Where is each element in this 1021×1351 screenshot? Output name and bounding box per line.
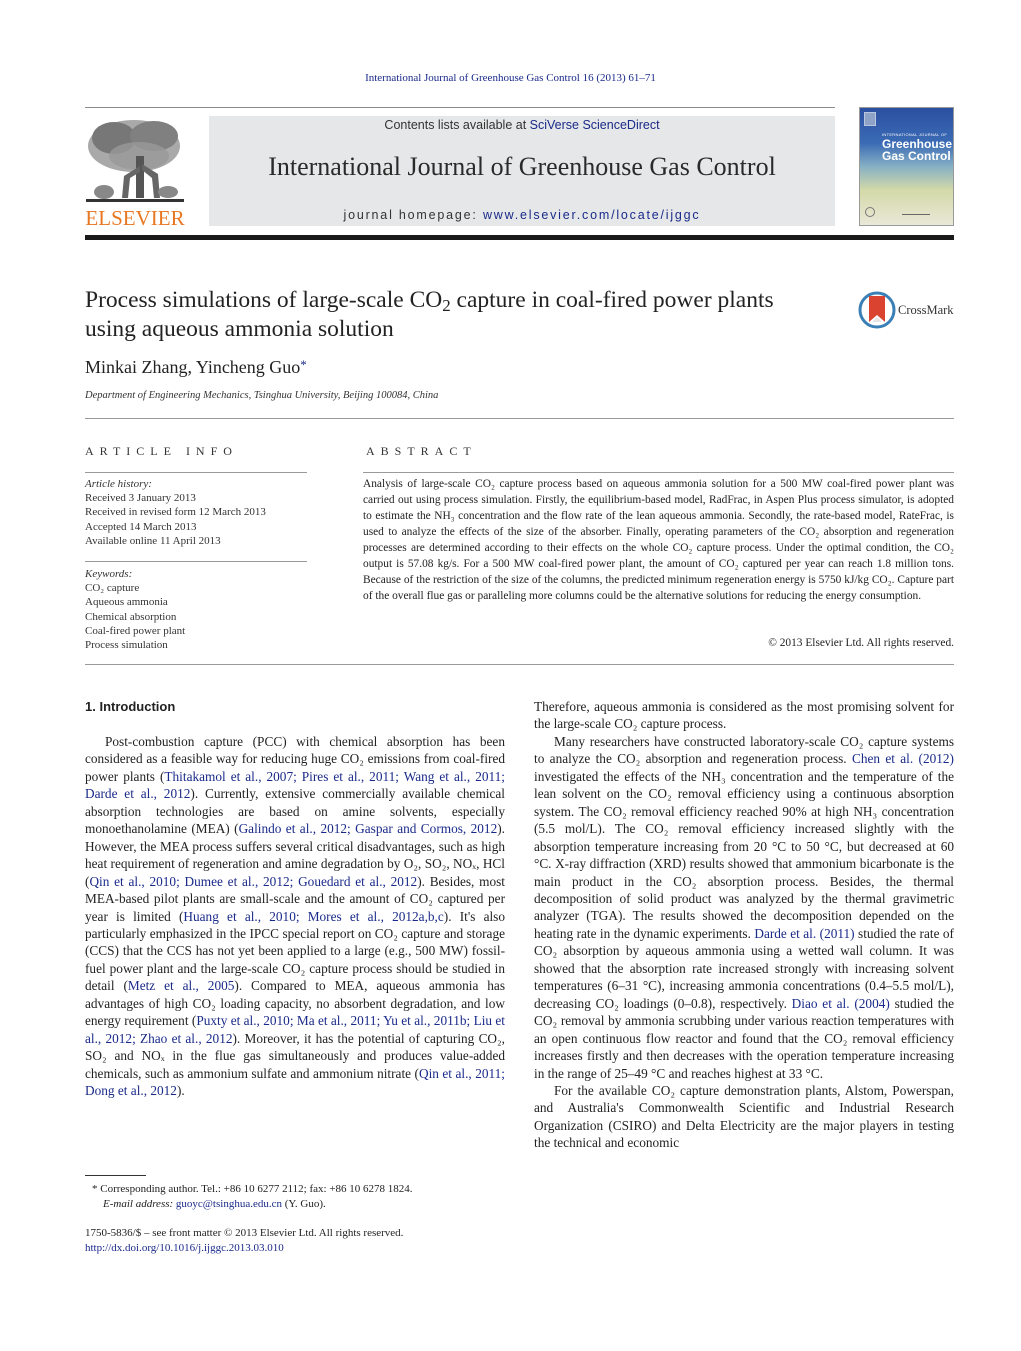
keyword-item: Aqueous ammonia	[85, 596, 168, 609]
crossmark-icon	[858, 291, 896, 329]
citation-link[interactable]: Darde et al. (2011)	[754, 926, 854, 941]
footnote-email-line: E-mail address: guoyc@tsinghua.edu.cn (Y…	[92, 1197, 512, 1212]
elsevier-wordmark: ELSEVIER	[85, 206, 185, 230]
article-info-heading: ARTICLE INFO	[85, 444, 238, 458]
cover-signature-icon	[902, 211, 930, 215]
homepage-prefix: journal homepage:	[343, 208, 483, 222]
article-history: Article history: Received 3 January 2013…	[85, 477, 315, 548]
history-item: Available online 11 April 2013	[85, 534, 221, 547]
corresponding-author-footnote: * Corresponding author. Tel.: +86 10 627…	[92, 1182, 512, 1212]
citation-link[interactable]: Galindo et al., 2012; Gaspar and Cormos,…	[239, 821, 498, 836]
contents-prefix: Contents lists available at	[384, 118, 530, 132]
citation-link[interactable]: Huang et al., 2010; Mores et al., 2012a,…	[183, 909, 443, 924]
affiliation: Department of Engineering Mechanics, Tsi…	[85, 390, 439, 401]
homepage-line: journal homepage: www.elsevier.com/locat…	[209, 208, 835, 222]
doi-link[interactable]: http://dx.doi.org/10.1016/j.ijggc.2013.0…	[85, 1242, 284, 1254]
keywords: Keywords: CO₂ capture Aqueous ammonia Ch…	[85, 567, 315, 652]
contents-line: Contents lists available at SciVerse Sci…	[209, 118, 835, 132]
author-email-link[interactable]: guoyc@tsinghua.edu.cn	[176, 1198, 282, 1210]
history-label: Article history:	[85, 478, 152, 490]
article-info-rule	[85, 472, 307, 473]
citation-link[interactable]: Metz et al., 2005	[128, 978, 235, 993]
issn-line: 1750-5836/$ – see front matter © 2013 El…	[85, 1227, 404, 1239]
history-item: Received 3 January 2013	[85, 492, 196, 505]
sciencedirect-link[interactable]: SciVerse ScienceDirect	[530, 118, 660, 132]
front-matter: 1750-5836/$ – see front matter © 2013 El…	[85, 1226, 525, 1256]
history-item: Accepted 14 March 2013	[85, 520, 197, 533]
citation-link[interactable]: Qin et al., 2010; Dumee et al., 2012; Go…	[89, 874, 417, 889]
footnote-mark: *	[92, 1183, 98, 1195]
journal-homepage-link[interactable]: www.elsevier.com/locate/ijggc	[483, 208, 701, 222]
keyword-item: Process simulation	[85, 639, 168, 652]
authors-names: Minkai Zhang, Yincheng Guo	[85, 357, 301, 377]
header-thick-rule	[85, 235, 954, 240]
title-part1: Process simulations of large-scale CO	[85, 287, 443, 313]
crossmark-button[interactable]: CrossMark	[858, 290, 958, 330]
keywords-rule	[85, 561, 307, 562]
body-text: investigated the effects of the NH₃ conc…	[534, 768, 954, 941]
cover-title-line2: Gas Control	[882, 149, 951, 163]
abstract-text: Analysis of large-scale CO₂ capture proc…	[363, 478, 954, 602]
title-subscript: 2	[442, 296, 451, 316]
keywords-label: Keywords:	[85, 568, 133, 580]
journal-masthead: Contents lists available at SciVerse Sci…	[209, 116, 835, 226]
citation-link[interactable]: Diao et al. (2004)	[792, 996, 890, 1011]
body-text: ).	[176, 1083, 185, 1099]
title-divider	[85, 418, 954, 419]
paragraph-lab-studies: Many researchers have constructed labora…	[534, 733, 954, 1082]
intro-paragraph: Post-combustion capture (PCC) with chemi…	[85, 733, 505, 1100]
abstract-divider	[85, 664, 954, 665]
header-rule	[85, 107, 835, 108]
cover-seal-icon	[865, 207, 875, 217]
cover-elsevier-icon	[864, 112, 876, 126]
abstract-copyright: © 2013 Elsevier Ltd. All rights reserved…	[768, 637, 954, 649]
history-item: Received in revised form 12 March 2013	[85, 506, 266, 519]
corresponding-author-link[interactable]: *	[300, 357, 307, 372]
paragraph-demonstration-plants: For the available CO₂ capture demonstrat…	[534, 1082, 954, 1151]
keyword-item: Coal-fired power plant	[85, 624, 186, 637]
citation-link[interactable]: Chen et al. (2012)	[852, 751, 954, 766]
section-heading-introduction: 1. Introduction	[85, 699, 176, 714]
cover-title: Greenhouse Gas Control	[882, 138, 952, 162]
tree-icon	[86, 120, 184, 202]
email-suffix: (Y. Guo).	[281, 1198, 326, 1210]
article-title: Process simulations of large-scale CO2 c…	[85, 286, 825, 344]
crossmark-label: CrossMark	[898, 303, 954, 317]
journal-citation-link[interactable]: International Journal of Greenhouse Gas …	[0, 72, 1021, 84]
footnote-rule	[85, 1175, 146, 1176]
author-list: Minkai Zhang, Yincheng Guo*	[85, 357, 307, 378]
footnote-contact: * Corresponding author. Tel.: +86 10 627…	[92, 1182, 512, 1197]
elsevier-logo[interactable]: ELSEVIER	[84, 116, 186, 230]
paragraph-continued: Therefore, aqueous ammonia is considered…	[534, 699, 954, 732]
body-right-column: Therefore, aqueous ammonia is considered…	[534, 698, 954, 1152]
keyword-item: CO₂ capture	[85, 582, 140, 595]
footnote-text: Corresponding author. Tel.: +86 10 6277 …	[100, 1183, 413, 1195]
keyword-item: Chemical absorption	[85, 610, 177, 623]
abstract-heading: ABSTRACT	[366, 444, 477, 458]
journal-title: International Journal of Greenhouse Gas …	[268, 152, 776, 181]
abstract-rule	[363, 472, 954, 473]
body-left-column: Post-combustion capture (PCC) with chemi…	[85, 733, 505, 1100]
email-label: E-mail address:	[103, 1198, 174, 1210]
journal-cover-thumbnail[interactable]: INTERNATIONAL JOURNAL OF Greenhouse Gas …	[859, 107, 954, 226]
